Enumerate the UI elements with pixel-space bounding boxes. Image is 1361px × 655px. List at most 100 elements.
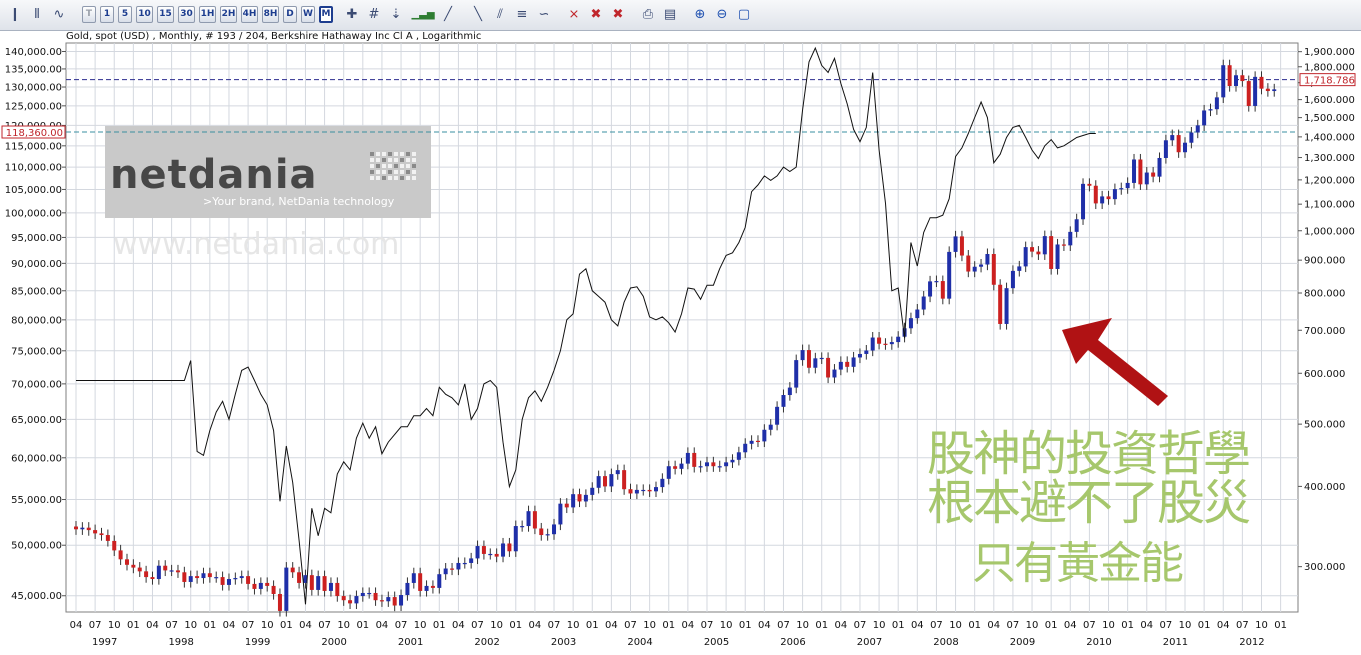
watermark-dot [412, 152, 416, 156]
gold-candle-up [800, 350, 805, 361]
x-month-label: 01 [203, 620, 216, 631]
gold-candle-up [896, 336, 901, 343]
gold-candle-up [915, 309, 920, 319]
gold-candle-up [411, 573, 416, 583]
gold-candle-up [704, 462, 709, 467]
x-month-label: 04 [70, 620, 83, 631]
gold-candle-down [182, 572, 187, 582]
gold-candle-up [717, 466, 722, 468]
watermark-dot [394, 164, 398, 168]
gold-candle-up [526, 511, 531, 527]
x-month-label: 10 [414, 620, 427, 631]
x-year-label: 2007 [857, 637, 882, 648]
watermark-dot [412, 158, 416, 162]
x-month-label: 07 [701, 620, 714, 631]
x-month-label: 07 [1160, 620, 1173, 631]
gold-candle-up [953, 236, 958, 252]
gold-candle-down [341, 596, 346, 601]
x-year-label: 2001 [398, 637, 423, 648]
x-month-label: 04 [682, 620, 695, 631]
watermark-dot [388, 170, 392, 174]
gold-candle-down [1106, 196, 1111, 200]
watermark-dot [406, 176, 410, 180]
gold-candle-up [1234, 75, 1238, 87]
watermark-dot [388, 164, 392, 168]
gold-candle-up [520, 526, 525, 528]
gold-candle-up [571, 494, 576, 508]
gold-candle-up [488, 553, 493, 556]
y-left-tick-label: 75,000.00 [11, 346, 62, 357]
gold-candle-down [271, 585, 276, 594]
gold-candle-down [1049, 236, 1054, 269]
gold-candle-up [443, 568, 448, 575]
gold-candle-up [469, 558, 474, 563]
gold-candle-up [475, 546, 480, 559]
gold-candle-up [838, 361, 843, 370]
gold-candle-up [609, 474, 614, 487]
x-month-label: 07 [1236, 620, 1249, 631]
gold-candle-down [99, 533, 104, 536]
x-month-label: 10 [796, 620, 809, 631]
watermark-dot [400, 158, 404, 162]
watermark-dot [388, 176, 392, 180]
x-year-label: 2000 [321, 637, 346, 648]
gold-candle-down [246, 576, 251, 584]
gold-candle-down [1240, 75, 1245, 82]
y-left-tick-label: 125,000.00 [5, 101, 62, 112]
x-month-label: 07 [471, 620, 484, 631]
y-right-tick-label: 1,300.000 [1304, 153, 1355, 164]
gold-candle-down [539, 528, 544, 536]
x-month-label: 07 [548, 620, 561, 631]
gold-candle-down [845, 361, 850, 367]
watermark-dot [406, 164, 410, 168]
gold-candle-up [864, 350, 869, 354]
y-right-tick-label: 1,000.000 [1304, 226, 1355, 237]
gold-candle-down [1087, 183, 1092, 186]
gold-candle-up [1170, 135, 1175, 141]
gold-candle-down [74, 526, 78, 530]
y-left-tick-label: 95,000.00 [11, 233, 62, 244]
x-month-label: 01 [1045, 620, 1058, 631]
gold-candle-down [647, 489, 652, 492]
gold-candle-down [118, 550, 123, 560]
x-month-label: 10 [261, 620, 274, 631]
y-right-tick-label: 1,600.000 [1304, 95, 1355, 106]
gold-candle-up [934, 281, 939, 283]
gold-candle-up [226, 579, 231, 585]
y-left-tick-label: 140,000.00 [5, 47, 62, 58]
y-left-tick-label: 70,000.00 [11, 379, 62, 390]
gold-candle-down [1265, 88, 1270, 92]
y-right-tick-label: 1,100.000 [1304, 200, 1355, 211]
gold-candle-up [921, 296, 926, 310]
x-month-label: 07 [1007, 620, 1020, 631]
gold-candle-up [1125, 182, 1130, 189]
watermark-dot [376, 152, 380, 156]
x-month-label: 01 [1198, 620, 1211, 631]
y-left-tick-label: 110,000.00 [5, 163, 62, 174]
gold-candle-up [857, 353, 862, 358]
gold-candle-down [877, 337, 882, 344]
x-month-label: 01 [433, 620, 446, 631]
chart-plot[interactable]: 140,000.00 135,000.00 130,000.00 125,000.00… [0, 0, 1361, 655]
gold-candle-down [277, 593, 282, 611]
gold-candle-down [1246, 81, 1251, 106]
y-left-tick-label: 80,000.00 [11, 315, 62, 326]
gold-candle-up [762, 429, 767, 442]
y-left-tick-label: 85,000.00 [11, 286, 62, 297]
gold-candle-down [309, 575, 314, 590]
gold-candle-up [316, 576, 321, 590]
gold-candle-up [972, 266, 977, 272]
gold-candle-down [137, 567, 142, 572]
gold-candle-up [1202, 110, 1207, 126]
watermark-dot [388, 152, 392, 156]
gold-candle-down [322, 576, 327, 591]
x-month-label: 04 [223, 620, 236, 631]
gold-candle-up [354, 596, 359, 604]
gold-candle-down [144, 571, 149, 578]
x-month-label: 04 [529, 620, 542, 631]
x-month-label: 10 [337, 620, 350, 631]
gold-candle-up [80, 527, 85, 530]
x-month-label: 07 [165, 620, 178, 631]
x-month-label: 10 [108, 620, 121, 631]
gold-candle-up [1195, 125, 1200, 133]
